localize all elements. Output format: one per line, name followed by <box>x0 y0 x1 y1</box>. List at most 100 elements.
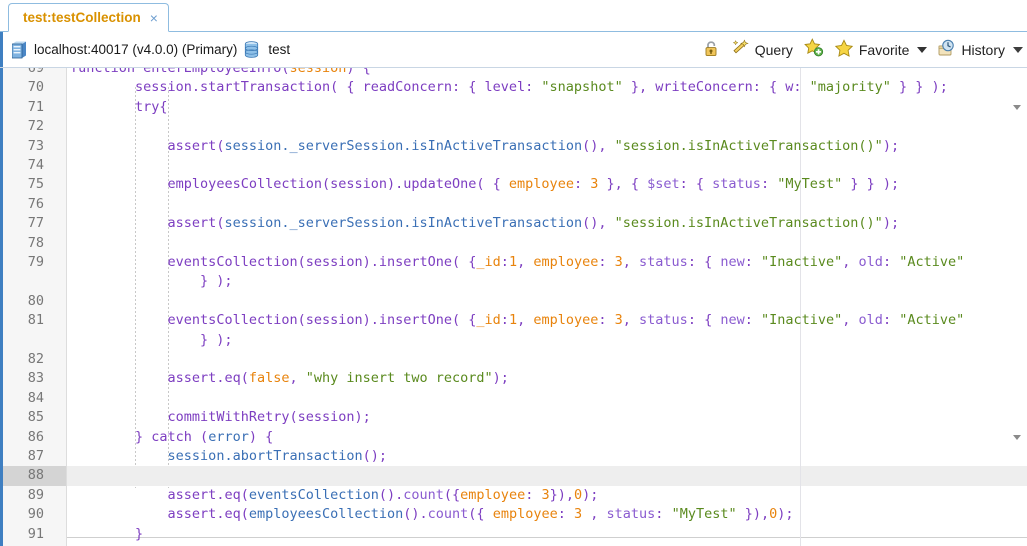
code-token: assert.eq( <box>167 506 249 523</box>
code-line[interactable]: 69 function enterEmployeeInfo(session) { <box>0 68 1027 78</box>
code-line[interactable]: 75 employeesCollection(session).updateOn… <box>0 175 1027 194</box>
code-line-background <box>66 195 1027 214</box>
code-text: session.abortTransaction(); <box>70 447 387 466</box>
line-number: 78 <box>27 234 44 251</box>
code-token: new <box>720 312 745 329</box>
line-number: 81 <box>27 312 44 329</box>
chevron-down-icon[interactable] <box>917 46 928 53</box>
code-token: _id <box>476 254 501 270</box>
code-line[interactable]: 90 assert.eq(employeesCollection().count… <box>0 505 1027 524</box>
add-favorite-button[interactable] <box>803 38 824 61</box>
code-token: ( <box>191 428 209 445</box>
tab-label: test:testCollection <box>23 10 141 25</box>
code-token: status <box>712 176 761 193</box>
code-token: old <box>858 254 883 270</box>
code-line[interactable]: 86 } catch (error) { <box>0 428 1027 447</box>
code-line[interactable]: 79 eventsCollection(session).insertOne( … <box>0 253 1027 272</box>
code-token: , <box>517 254 534 270</box>
lock-icon <box>703 39 721 61</box>
code-token: : <box>882 254 900 270</box>
query-button[interactable]: Query <box>731 38 793 61</box>
code-text: assert.eq(eventsCollection().count({empl… <box>70 486 599 505</box>
code-token: (), <box>582 215 615 232</box>
code-line[interactable]: } ); <box>0 331 1027 350</box>
code-token: , <box>582 506 607 523</box>
code-token: } <box>70 525 144 542</box>
code-text: } ); <box>70 272 233 291</box>
code-text: } ); <box>70 331 233 350</box>
code-line-background <box>66 389 1027 408</box>
code-token: assert.eq( <box>167 370 249 387</box>
code-line[interactable]: 84 <box>0 389 1027 408</box>
code-line[interactable]: 76 <box>0 195 1027 214</box>
code-line[interactable]: 88 <box>0 466 1027 486</box>
code-line[interactable]: 78 <box>0 234 1027 253</box>
code-line[interactable]: 71 try{ <box>0 98 1027 117</box>
close-icon[interactable]: × <box>150 11 158 25</box>
code-line[interactable]: 70 session.startTransaction( { readConce… <box>0 78 1027 97</box>
code-token: 0 <box>574 486 583 503</box>
code-token: session.abortTransaction <box>167 448 363 464</box>
history-button[interactable]: History <box>937 39 1023 61</box>
code-token: : { <box>679 176 713 193</box>
code-token: } ); <box>70 331 233 348</box>
code-token: , <box>622 312 640 329</box>
code-token: "why insert two record" <box>305 370 493 387</box>
line-number: 79 <box>27 254 44 270</box>
code-line[interactable]: 73 assert(session._serverSession.isInAct… <box>0 137 1027 156</box>
code-token: 3 <box>614 254 623 270</box>
code-token: count <box>427 506 469 523</box>
tab-test-testcollection[interactable]: test:testCollection × <box>8 3 169 32</box>
code-text: function enterEmployeeInfo(session) { <box>70 68 371 78</box>
code-token: } <box>70 428 152 445</box>
favorite-button[interactable]: Favorite <box>834 38 928 61</box>
history-label: History <box>961 41 1005 58</box>
code-line-background <box>66 234 1027 253</box>
code-token: employee <box>533 254 599 270</box>
fold-arrow-icon[interactable] <box>1013 104 1021 110</box>
code-text: assert.eq(false, "why insert two record"… <box>70 369 509 388</box>
code-line[interactable]: } ); <box>0 272 1027 291</box>
code-token: : <box>500 312 509 329</box>
code-line[interactable]: 74 <box>0 156 1027 175</box>
code-token: session._serverSession.isInActiveTransac… <box>224 215 583 232</box>
server-icon <box>11 41 27 59</box>
line-number: 82 <box>27 351 44 367</box>
code-token: new <box>720 254 745 270</box>
code-line[interactable]: 89 assert.eq(eventsCollection().count({e… <box>0 486 1027 505</box>
code-token: : <box>882 312 900 329</box>
code-line[interactable]: 72 <box>0 117 1027 136</box>
code-token: , <box>289 370 306 387</box>
code-token: , <box>622 254 640 270</box>
code-token: employeesCollection <box>248 506 404 523</box>
line-number: 88 <box>0 466 66 486</box>
code-token: (), <box>582 137 615 154</box>
code-lines-container[interactable]: 69 function enterEmployeeInfo(session) {7… <box>0 68 1027 546</box>
code-line[interactable]: 77 assert(session._serverSession.isInAct… <box>0 214 1027 233</box>
lock-button[interactable] <box>703 39 721 61</box>
code-line[interactable]: 87 session.abortTransaction(); <box>0 447 1027 466</box>
connection-server-label: localhost:40017 (v4.0.0) (Primary) <box>34 42 238 57</box>
code-line[interactable]: 81 eventsCollection(session).insertOne( … <box>0 311 1027 330</box>
fold-arrow-icon[interactable] <box>1013 434 1021 440</box>
star-plus-icon <box>803 38 824 61</box>
code-token: (). <box>378 486 404 503</box>
code-token: "Active" <box>899 312 965 329</box>
code-token: : { <box>687 254 721 270</box>
favorite-label: Favorite <box>858 41 910 58</box>
code-line[interactable]: 85 commitWithRetry(session); <box>0 408 1027 427</box>
code-line[interactable]: 83 assert.eq(false, "why insert two reco… <box>0 369 1027 388</box>
code-token: ); <box>492 370 509 387</box>
code-token: "MyTest" <box>671 506 737 523</box>
code-line[interactable]: 82 <box>0 350 1027 369</box>
code-token: }, { <box>598 176 648 193</box>
editor-accent-bar <box>0 68 3 546</box>
line-number: 69 <box>27 68 44 76</box>
code-token: count <box>403 486 444 503</box>
chevron-down-icon-history[interactable] <box>1013 46 1023 53</box>
code-line[interactable]: 80 <box>0 292 1027 311</box>
code-token: employeesCollection(session).updateOne( … <box>167 176 509 193</box>
code-editor[interactable]: 69 function enterEmployeeInfo(session) {7… <box>0 68 1027 546</box>
